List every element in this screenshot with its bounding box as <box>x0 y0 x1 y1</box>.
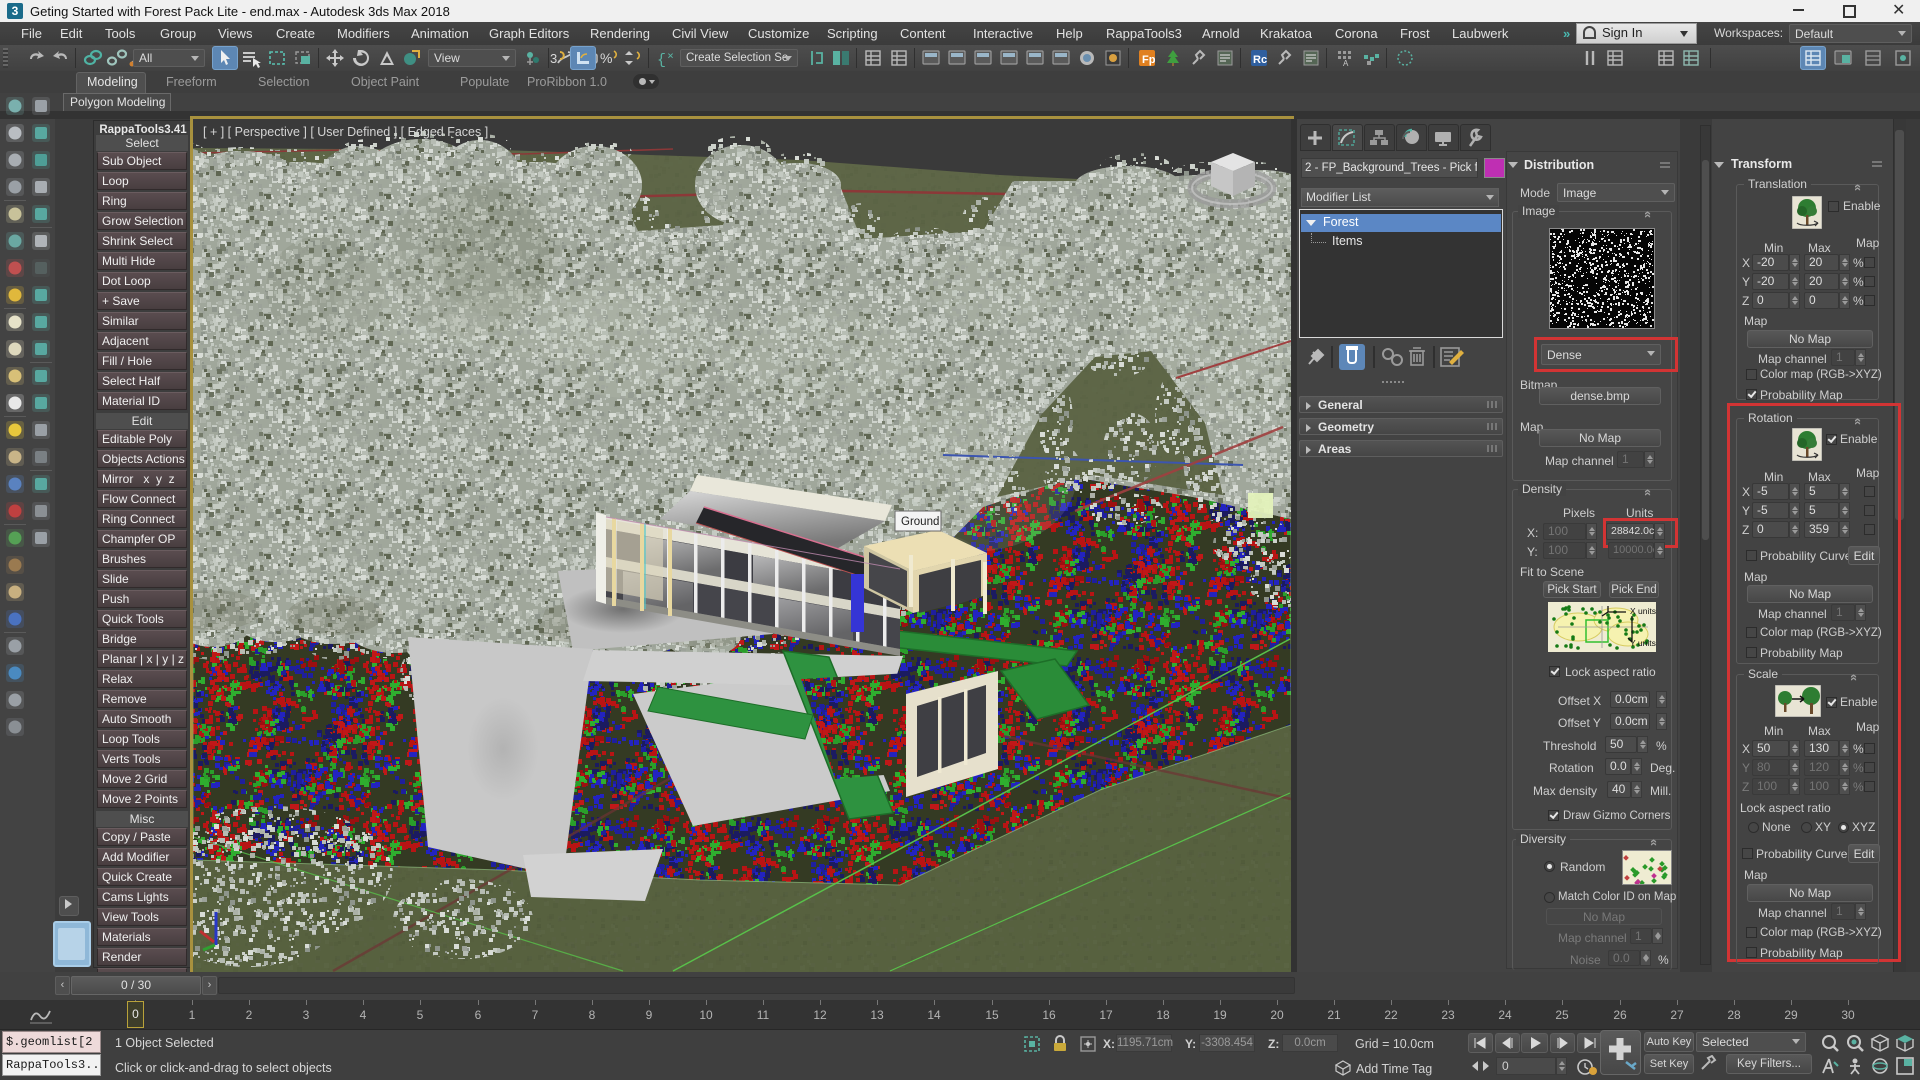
svg-text:{˟}: {˟} <box>657 52 676 69</box>
svg-text:Rc: Rc <box>1253 54 1267 66</box>
svg-text:[ + ] [ Perspective ] [ User D: [ + ] [ Perspective ] [ User Defined ] [… <box>203 125 488 139</box>
svg-text:X units: X units <box>1630 606 1656 616</box>
svg-text:Fp: Fp <box>1142 54 1156 66</box>
svg-text:Y units: Y units <box>1630 638 1656 648</box>
svg-text:Ground: Ground <box>901 516 939 528</box>
svg-text:%: % <box>600 50 612 66</box>
svg-text:3: 3 <box>550 51 557 66</box>
svg-text:A: A <box>1343 59 1349 68</box>
